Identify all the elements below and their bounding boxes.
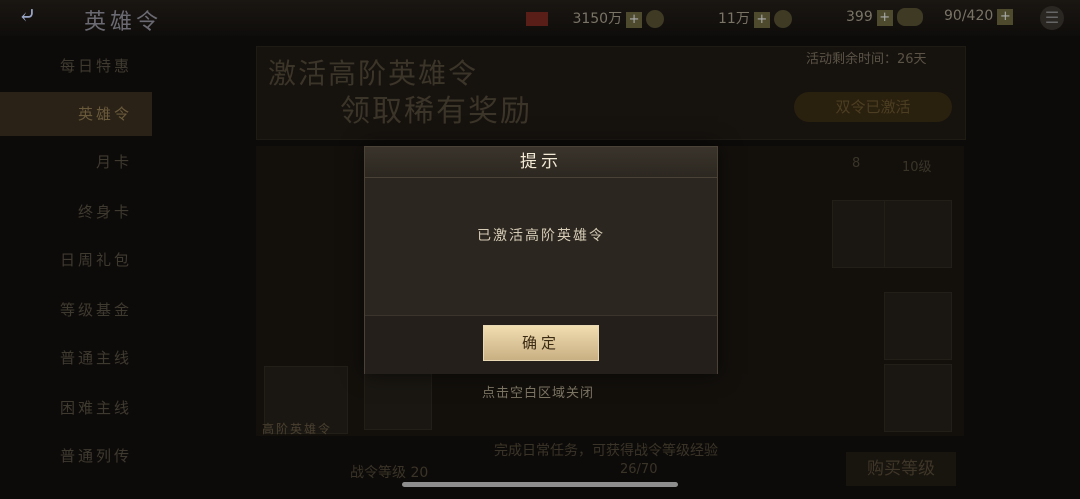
silver-coin-icon bbox=[773, 10, 792, 28]
sidebar-item-hard-main[interactable]: 困难主线 bbox=[0, 386, 152, 430]
cloud-value: 399 bbox=[846, 9, 873, 25]
resource-cloud: 399 + bbox=[846, 8, 923, 28]
page-title: 英雄令 bbox=[84, 10, 163, 35]
buy-level-button[interactable]: 购买等级 bbox=[846, 452, 956, 486]
sidebar-item-lifetime-card[interactable]: 终身卡 bbox=[0, 190, 152, 234]
sidebar-item-normal-main[interactable]: 普通主线 bbox=[0, 336, 152, 380]
sidebar-item-monthly-card[interactable]: 月卡 bbox=[0, 140, 152, 184]
add-silver-button[interactable]: + bbox=[753, 12, 770, 28]
dialog-header: 提示 bbox=[365, 147, 717, 178]
gold-value: 3150万 bbox=[572, 11, 623, 27]
cloud-icon bbox=[896, 8, 923, 26]
resource-gold: 3150万 + bbox=[526, 8, 665, 28]
sidebar-item-hero-pass[interactable]: 英雄令 bbox=[0, 92, 152, 136]
resource-silver: 11万 + bbox=[718, 8, 792, 28]
level-column-label: 10级 bbox=[902, 160, 932, 175]
remaining-time: 活动剩余时间：26天 bbox=[806, 52, 927, 67]
banner-subheadline: 领取稀有奖励 bbox=[340, 94, 532, 129]
task-hint: 完成日常任务，可获得战令等级经验 bbox=[494, 443, 718, 459]
silver-value: 11万 bbox=[718, 11, 750, 27]
menu-icon[interactable]: ☰ bbox=[1040, 6, 1064, 30]
sidebar-item-daily-weekly-pack[interactable]: 日周礼包 bbox=[0, 238, 152, 282]
premium-pass-label: 高阶英雄令 bbox=[262, 422, 333, 436]
add-stamina-button[interactable]: + bbox=[997, 9, 1014, 25]
sidebar-item-normal-biography[interactable]: 普通列传 bbox=[0, 434, 152, 478]
gift-icon bbox=[526, 12, 548, 26]
reward-slot[interactable] bbox=[884, 292, 952, 360]
back-arrow-icon[interactable]: ⤶ bbox=[18, 6, 66, 28]
add-cloud-button[interactable]: + bbox=[876, 10, 893, 26]
gold-coin-icon bbox=[646, 10, 665, 28]
confirm-button[interactable]: 确定 bbox=[483, 325, 599, 361]
home-indicator[interactable] bbox=[402, 482, 678, 487]
sidebar-item-label: 月卡 bbox=[95, 153, 132, 171]
resource-stamina: 90/420 + bbox=[944, 8, 1014, 28]
dialog-title: 提示 bbox=[520, 152, 562, 172]
sidebar-item-label: 普通主线 bbox=[59, 349, 132, 367]
dialog-message: 已激活高阶英雄令 bbox=[477, 228, 605, 244]
sidebar-item-label: 困难主线 bbox=[59, 399, 132, 417]
sidebar-item-daily-deals[interactable]: 每日特惠 bbox=[0, 44, 152, 88]
sidebar-item-level-fund[interactable]: 等级基金 bbox=[0, 288, 152, 332]
sidebar-item-label: 英雄令 bbox=[77, 105, 132, 123]
sidebar-item-label: 每日特惠 bbox=[59, 57, 132, 75]
stamina-value: 90/420 bbox=[944, 8, 994, 24]
activated-badge: 双令已激活 bbox=[794, 92, 952, 122]
sidebar-item-label: 日周礼包 bbox=[59, 251, 132, 269]
reward-slot[interactable] bbox=[884, 364, 952, 432]
level-column-label: 8 bbox=[852, 156, 861, 171]
reward-slot[interactable] bbox=[832, 200, 888, 268]
level-progress: 26/70 bbox=[620, 462, 658, 477]
add-gold-button[interactable]: + bbox=[626, 12, 643, 28]
sidebar-item-label: 等级基金 bbox=[59, 301, 132, 319]
notice-dialog: 提示 已激活高阶英雄令 确定 bbox=[364, 146, 718, 374]
close-hint[interactable]: 点击空白区域关闭 bbox=[482, 382, 594, 401]
sidebar: 每日特惠 英雄令 月卡 终身卡 日周礼包 等级基金 普通主线 困难主线 普通列传 bbox=[0, 40, 160, 499]
reward-slot[interactable] bbox=[884, 200, 952, 268]
reward-slot[interactable] bbox=[364, 372, 432, 430]
pass-level: 战令等级 20 bbox=[350, 465, 429, 481]
sidebar-item-label: 普通列传 bbox=[59, 447, 132, 465]
sidebar-item-label: 终身卡 bbox=[77, 203, 132, 221]
